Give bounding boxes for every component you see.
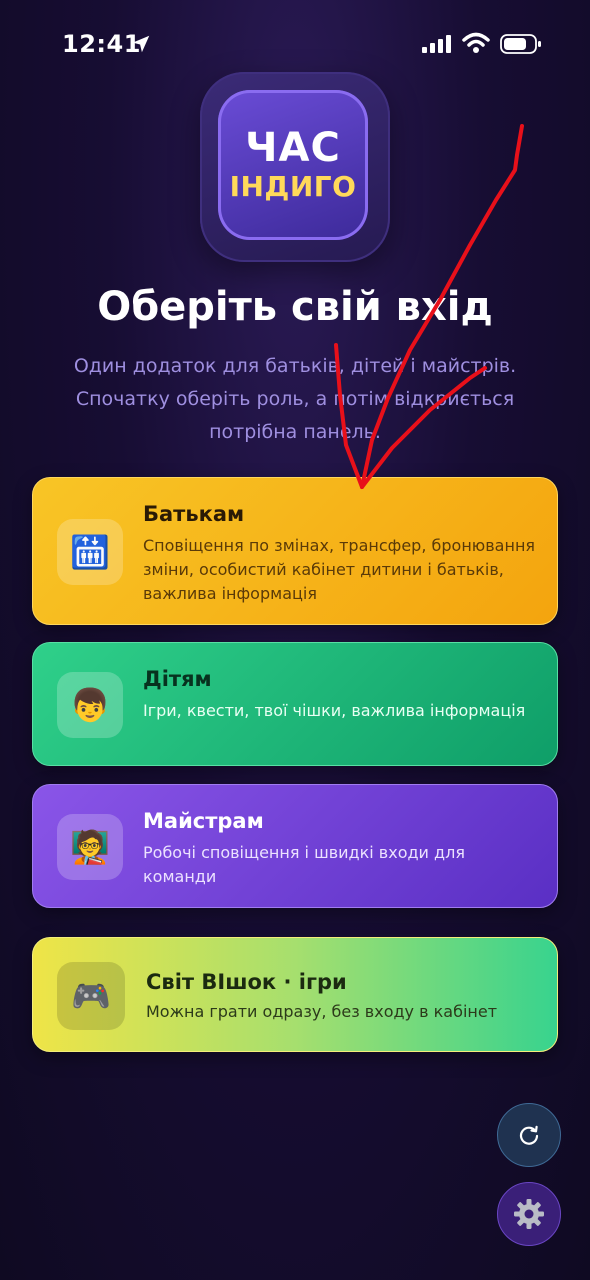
- family-icon: 🛗: [57, 519, 123, 585]
- gamepad-icon-glyph: 🎮: [71, 977, 111, 1015]
- role-card-parents[interactable]: 🛗 Батькам Сповіщення по змінах, трансфер…: [32, 477, 558, 625]
- child-icon: 👦: [57, 672, 123, 738]
- role-card-description: Робочі сповіщення і швидкі входи для ком…: [143, 843, 465, 886]
- role-card-title: Батькам: [143, 502, 245, 526]
- role-card-description: Ігри, квести, твої чішки, важлива інформ…: [143, 701, 526, 720]
- family-icon-glyph: 🛗: [70, 533, 110, 571]
- app-logo-badge: ЧАС ІНДИГО: [218, 90, 368, 240]
- role-card-title: Дітям: [143, 667, 212, 691]
- role-card-kids[interactable]: 👦 Дітям Ігри, квести, твої чішки, важлив…: [32, 642, 558, 766]
- location-arrow-icon: [132, 35, 150, 53]
- gear-icon: [514, 1199, 544, 1229]
- refresh-icon: [519, 1125, 539, 1145]
- games-card-title: Світ ВІшок · ігри: [146, 970, 347, 994]
- battery-icon: [500, 34, 541, 54]
- role-card-description: Сповіщення по змінах, трансфер, бронюван…: [143, 536, 536, 603]
- logo-text-top: ЧАС: [245, 125, 341, 171]
- teacher-icon-glyph: 🧑‍🏫: [70, 828, 110, 866]
- wifi-icon: [462, 32, 490, 53]
- settings-button[interactable]: [497, 1182, 561, 1246]
- games-card-description: Можна грати одразу, без входу в кабінет: [146, 1002, 498, 1021]
- cellular-signal-icon: [422, 35, 451, 53]
- child-icon-glyph: 👦: [70, 686, 110, 724]
- gamepad-icon: 🎮: [57, 962, 125, 1030]
- page-title: Оберіть свій вхід: [97, 284, 493, 330]
- teacher-icon: 🧑‍🏫: [57, 814, 123, 880]
- page-subtitle: Один додаток для батьків, дітей і майстр…: [73, 355, 517, 443]
- app-logo: ЧАС ІНДИГО: [200, 72, 390, 262]
- role-card-title: Майстрам: [143, 809, 264, 833]
- logo-text-bottom: ІНДИГО: [229, 170, 357, 203]
- games-world-card[interactable]: 🎮 Світ ВІшок · ігри Можна грати одразу, …: [32, 937, 558, 1052]
- refresh-button[interactable]: [497, 1103, 561, 1167]
- role-card-masters[interactable]: 🧑‍🏫 Майстрам Робочі сповіщення і швидкі …: [32, 784, 558, 908]
